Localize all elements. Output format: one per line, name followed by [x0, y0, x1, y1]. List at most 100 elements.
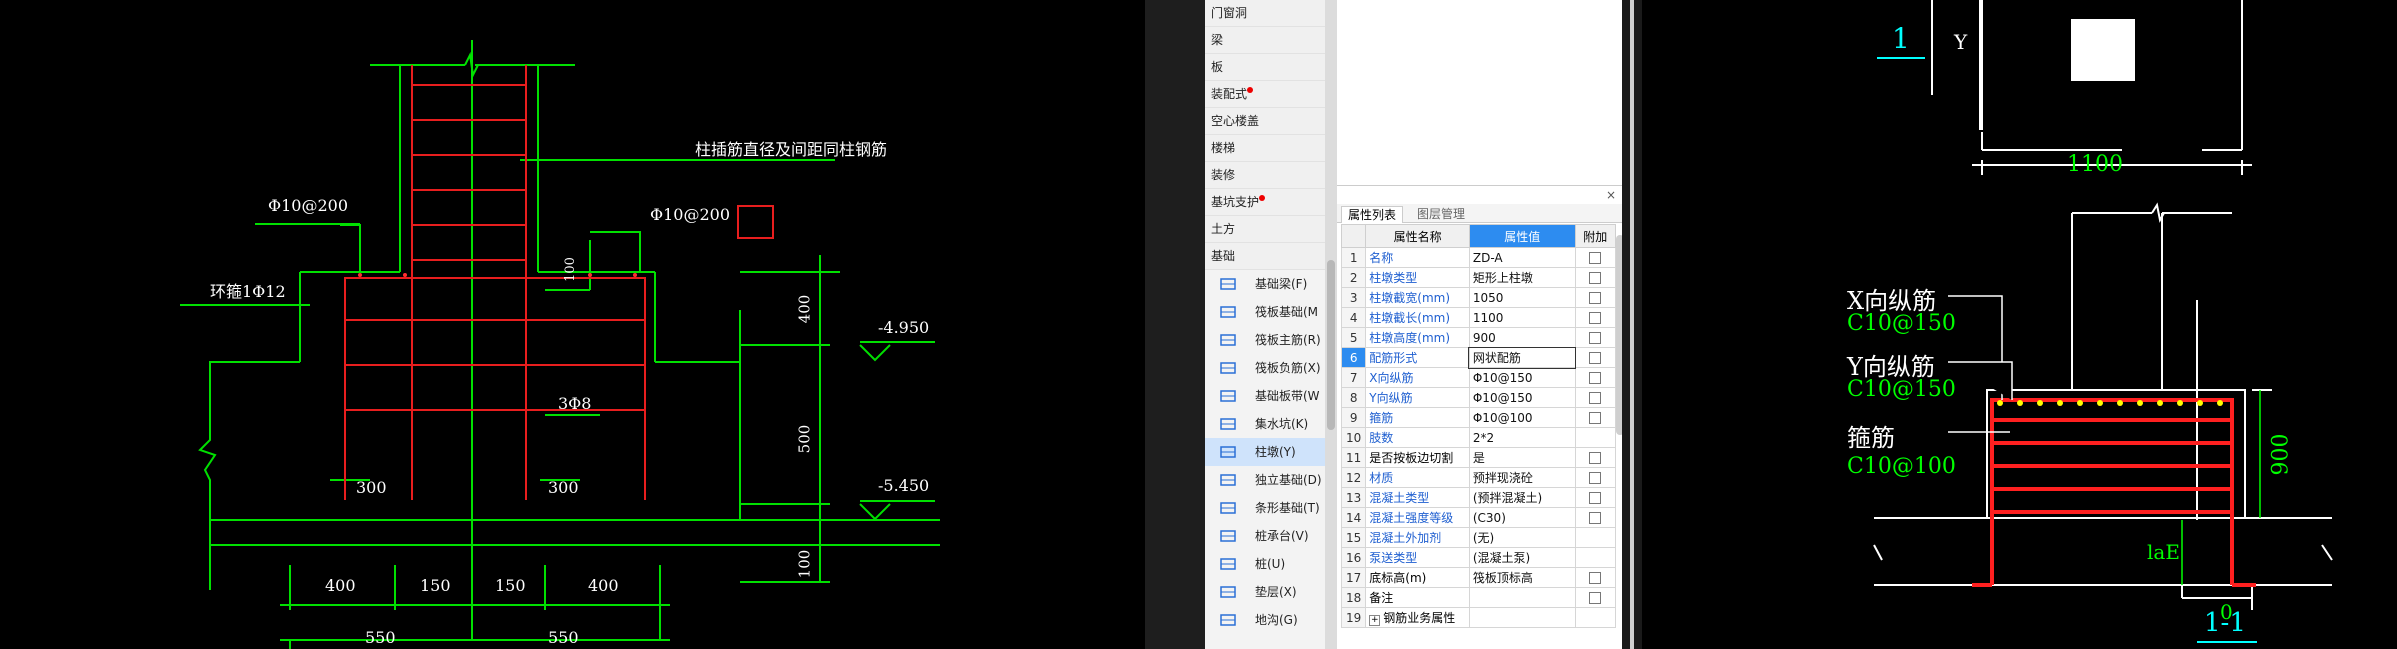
extra-checkbox[interactable]	[1589, 592, 1602, 604]
label-stirrup-right: Φ10@200	[650, 205, 731, 224]
tree-category-6[interactable]: 装修	[1205, 162, 1325, 189]
extra-checkbox[interactable]	[1589, 332, 1602, 344]
property-row[interactable]: 8 Y向纵筋 Φ10@150	[1340, 387, 1617, 408]
tree-category-8[interactable]: 土方	[1205, 216, 1325, 243]
property-row[interactable]: 1 名称 ZD-A	[1340, 247, 1617, 268]
expand-icon[interactable]: +	[1369, 615, 1381, 626]
properties-panel[interactable]: × 属性列表 图层管理 属性名称 属性值 附加 1 名称 ZD-A 2 柱墩类型 矩形上柱…	[1337, 0, 1624, 649]
property-value[interactable]: 网状配筋	[1468, 346, 1577, 369]
extra-checkbox[interactable]	[1589, 472, 1602, 484]
tab-property-list[interactable]: 属性列表	[1341, 206, 1404, 223]
close-icon[interactable]: ×	[1606, 188, 1616, 202]
property-name-text: 混凝土类型	[1369, 491, 1430, 505]
property-value[interactable]	[1468, 587, 1576, 608]
tree-item-6[interactable]: 柱墩(Y)	[1205, 438, 1325, 466]
axis-y-label: Y	[1954, 30, 1968, 54]
property-row[interactable]: 3 柱墩截宽(mm) 1050	[1340, 287, 1617, 308]
property-row[interactable]: 4 柱墩截长(mm) 1100	[1340, 307, 1617, 328]
tree-item-11[interactable]: 垫层(X)	[1205, 578, 1325, 606]
tree-category-0[interactable]: 门窗洞	[1205, 0, 1325, 27]
tree-item-7[interactable]: 独立基础(D)	[1205, 466, 1325, 494]
component-tree[interactable]: 门窗洞梁板装配式 空心楼盖 楼梯 装修基坑支护土方 基础 基础梁(F) 筏板基础(M 筏板主…	[1205, 0, 1326, 649]
tree-item-4[interactable]: 基础板带(W	[1205, 382, 1325, 410]
tree-item-12[interactable]: 地沟(G)	[1205, 606, 1325, 634]
tree-item-1[interactable]: 筏板基础(M	[1205, 298, 1325, 326]
property-value[interactable]: (无)	[1468, 527, 1576, 548]
extra-checkbox[interactable]	[1589, 252, 1602, 264]
extra-checkbox[interactable]	[1589, 492, 1602, 504]
property-row[interactable]: 7 X向纵筋 Φ10@150	[1340, 367, 1617, 388]
extra-checkbox[interactable]	[1589, 452, 1602, 464]
cad-canvas-left[interactable]: 柱插筋直径及间距同柱钢筋 Φ10@200 Φ10@200 环箍1Φ12 3Φ8 …	[0, 0, 1145, 649]
tree-item-3[interactable]: 筏板负筋(X)	[1205, 354, 1325, 382]
property-value[interactable]: Φ10@150	[1468, 367, 1576, 388]
property-name: 箍筋	[1365, 407, 1470, 428]
property-extra	[1574, 247, 1617, 268]
property-row[interactable]: 15 混凝土外加剂 (无)	[1340, 527, 1617, 548]
property-value[interactable]: 900	[1468, 327, 1576, 348]
tab-layer-management[interactable]: 图层管理	[1411, 206, 1471, 222]
property-value[interactable]: 筏板顶标高	[1468, 567, 1576, 588]
tree-scrollbar[interactable]	[1325, 0, 1337, 649]
property-value[interactable]: Φ10@100	[1468, 407, 1576, 428]
property-value[interactable]: 矩形上柱墩	[1468, 267, 1576, 288]
foundation-beam-icon	[1220, 278, 1236, 290]
tree-scroll-thumb[interactable]	[1327, 260, 1335, 430]
property-row[interactable]: 16 泵送类型 (混凝土泵)	[1340, 547, 1617, 568]
tree-category-1[interactable]: 梁	[1205, 27, 1325, 54]
property-row[interactable]: 14 混凝土强度等级 (C30)	[1340, 507, 1617, 528]
tree-category-label: 基坑支护	[1211, 195, 1260, 209]
tree-item-5[interactable]: 集水坑(K)	[1205, 410, 1325, 438]
property-value[interactable]	[1468, 607, 1576, 628]
tree-category-3[interactable]: 装配式	[1205, 81, 1325, 108]
tree-category-4[interactable]: 空心楼盖	[1205, 108, 1325, 135]
tree-category-5[interactable]: 楼梯	[1205, 135, 1325, 162]
property-value[interactable]: (混凝土泵)	[1468, 547, 1576, 568]
property-value[interactable]: (C30)	[1468, 507, 1576, 528]
property-value[interactable]: Φ10@150	[1468, 387, 1576, 408]
tree-item-8[interactable]: 条形基础(T)	[1205, 494, 1325, 522]
property-row[interactable]: 11 是否按板边切割是	[1340, 447, 1617, 468]
tree-item-0[interactable]: 基础梁(F)	[1205, 270, 1325, 298]
tree-item-2[interactable]: 筏板主筋(R)	[1205, 326, 1325, 354]
label-lae: laE	[2147, 540, 2180, 564]
property-row[interactable]: 10 肢数 2*2	[1340, 427, 1617, 448]
extra-checkbox[interactable]	[1589, 512, 1602, 524]
property-row[interactable]: 12 材质 预拌现浇砼	[1340, 467, 1617, 488]
property-value[interactable]: 是	[1468, 447, 1576, 468]
property-row[interactable]: 6 配筋形式 网状配筋	[1340, 346, 1617, 369]
extra-checkbox[interactable]	[1589, 392, 1602, 404]
property-row[interactable]: 9 箍筋 Φ10@100	[1340, 407, 1617, 428]
label-stirrup: 箍筋	[1847, 424, 1895, 452]
col-index	[1340, 224, 1367, 248]
property-row[interactable]: 2 柱墩类型 矩形上柱墩	[1340, 267, 1617, 288]
extra-checkbox[interactable]	[1589, 412, 1602, 424]
property-name-text: 名称	[1369, 251, 1394, 265]
property-row[interactable]: 18 备注	[1340, 587, 1617, 608]
extra-checkbox[interactable]	[1589, 352, 1602, 364]
cad-canvas-right[interactable]: 1 1 Y 1050 1100 X向纵筋 C10@150 Y向纵筋 C10@15…	[1642, 0, 2397, 649]
extra-checkbox[interactable]	[1589, 312, 1602, 324]
component-list[interactable]	[1337, 0, 1622, 186]
property-value[interactable]: 1100	[1468, 307, 1576, 328]
tree-item-10[interactable]: 桩(U)	[1205, 550, 1325, 578]
tree-category-9[interactable]: 基础	[1205, 243, 1325, 270]
dim-row2-b: 550	[548, 628, 579, 647]
property-value[interactable]: 预拌现浇砼	[1468, 467, 1576, 488]
property-row[interactable]: 17 底标高(m) 筏板顶标高	[1340, 567, 1617, 588]
row-index: 1	[1340, 247, 1367, 268]
property-row[interactable]: 5 柱墩高度(mm) 900	[1340, 327, 1617, 348]
property-row[interactable]: 13 混凝土类型 (预拌混凝土)	[1340, 487, 1617, 508]
tree-item-9[interactable]: 桩承台(V)	[1205, 522, 1325, 550]
extra-checkbox[interactable]	[1589, 292, 1602, 304]
extra-checkbox[interactable]	[1589, 572, 1602, 584]
property-value[interactable]: ZD-A	[1468, 247, 1576, 268]
tree-category-7[interactable]: 基坑支护	[1205, 189, 1325, 216]
property-value[interactable]: 1050	[1468, 287, 1576, 308]
tree-category-2[interactable]: 板	[1205, 54, 1325, 81]
property-value[interactable]: 2*2	[1468, 427, 1576, 448]
extra-checkbox[interactable]	[1589, 272, 1602, 284]
extra-checkbox[interactable]	[1589, 372, 1602, 384]
property-value[interactable]: (预拌混凝土)	[1468, 487, 1576, 508]
property-row[interactable]: 19 + 钢筋业务属性	[1340, 607, 1617, 628]
